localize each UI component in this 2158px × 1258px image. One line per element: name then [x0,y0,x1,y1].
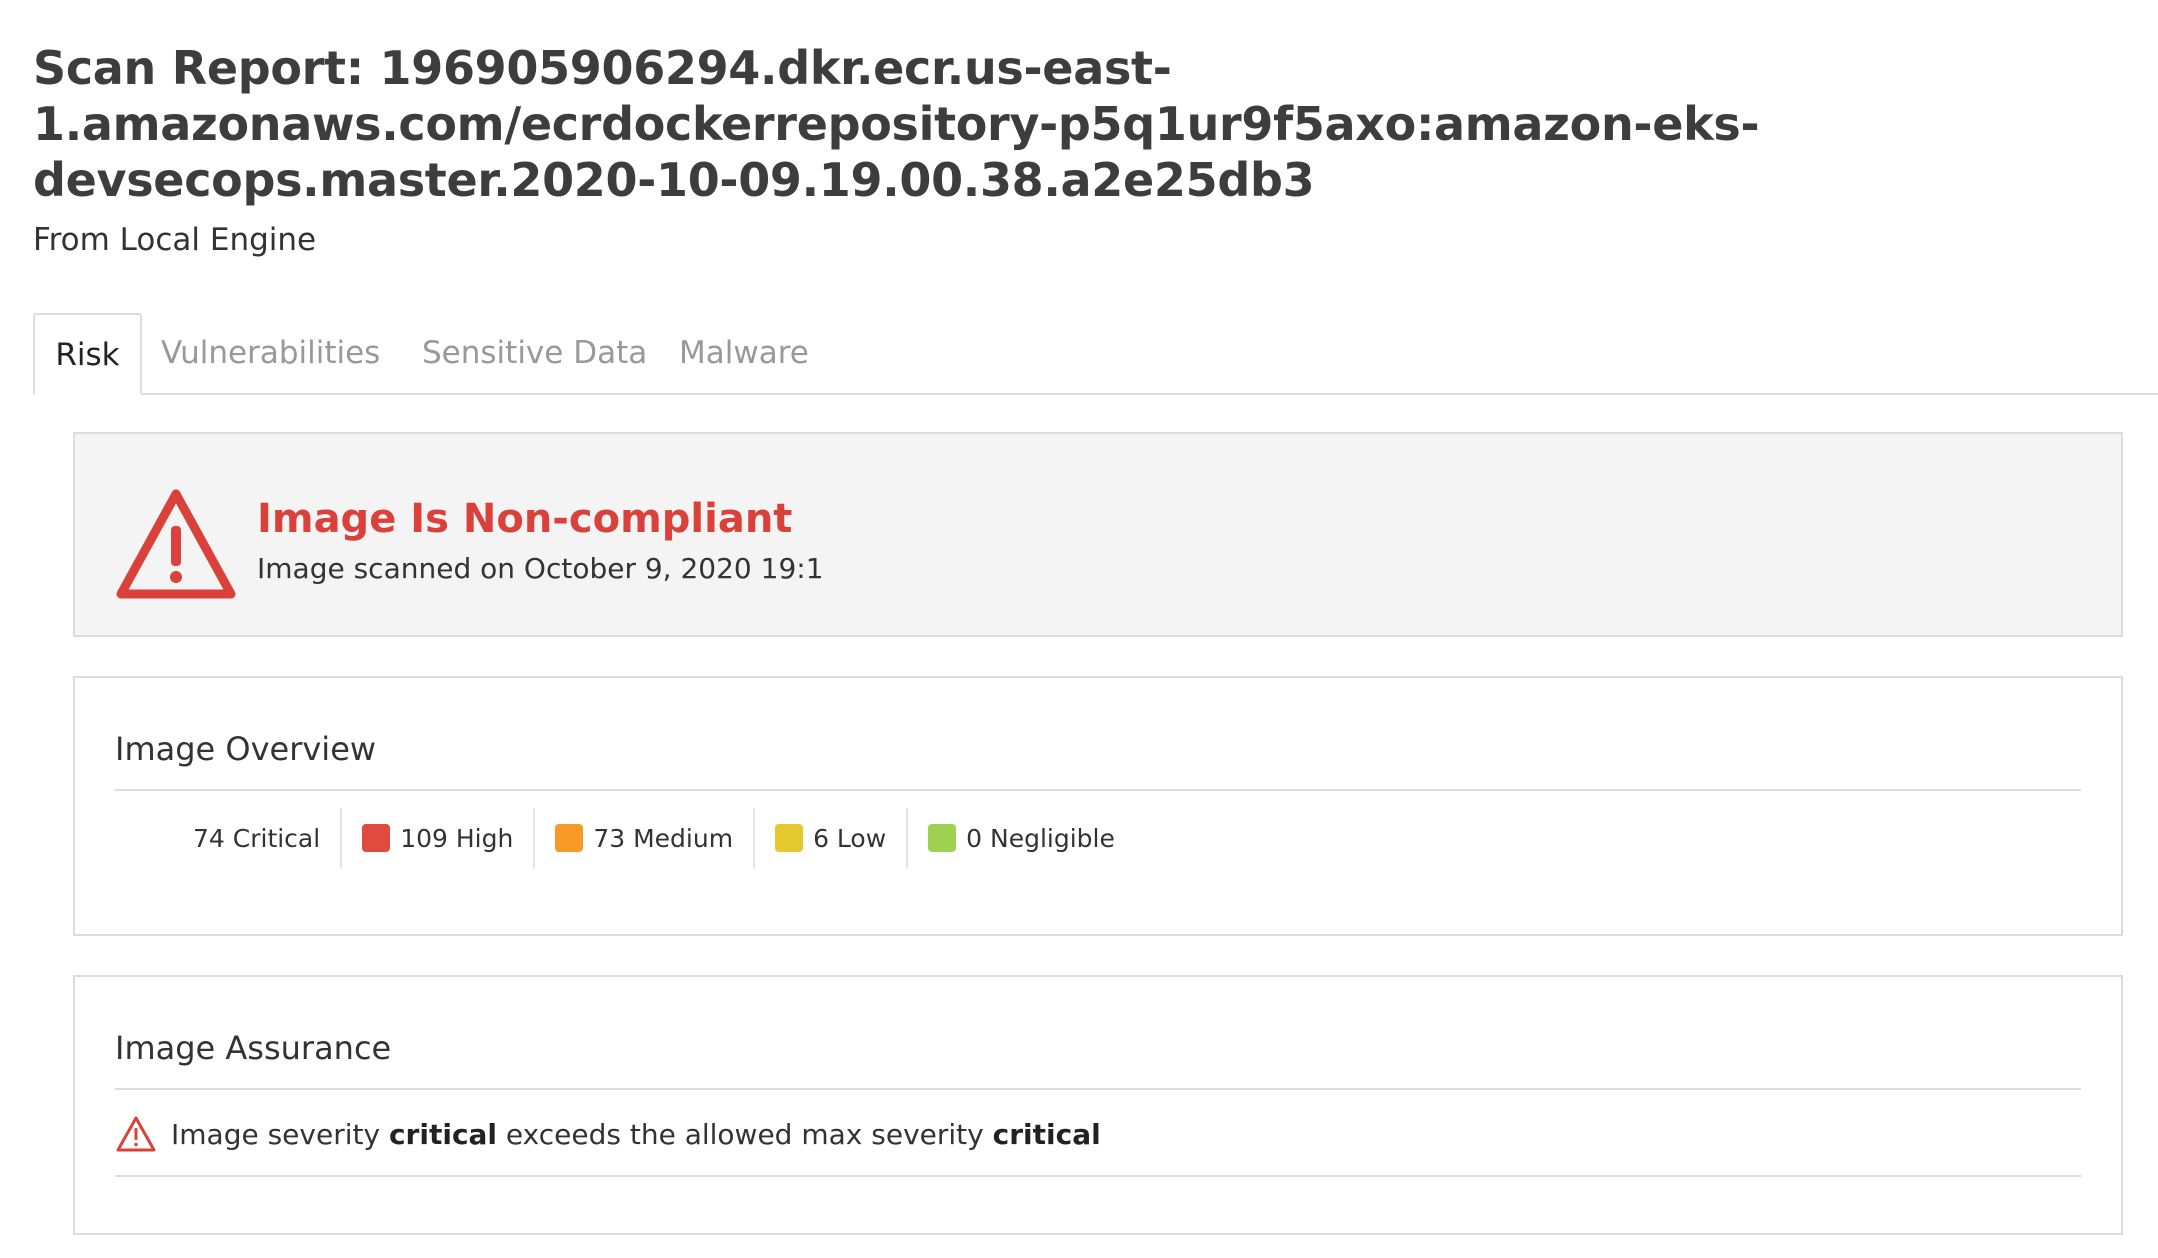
severity-counts: 74 Critical 109 High 73 Medium 6 Low 0 N… [115,808,1135,868]
severity-color-swatch [362,824,391,852]
assurance-severity: critical [388,1117,498,1151]
severity-count-label: 73 Medium [593,823,734,853]
severity-count-negligible[interactable]: 0 Negligible [908,808,1135,868]
assurance-message-prefix: Image severity [171,1117,389,1151]
report-tabs: Risk Vulnerabilities Sensitive Data Malw… [33,313,2158,395]
divider [115,789,2081,791]
severity-count-label: 109 High [400,823,514,853]
assurance-message-middle: exceeds the allowed max severity [497,1117,993,1151]
severity-count-critical[interactable]: 74 Critical [115,808,343,868]
severity-count-label: 6 Low [813,823,887,853]
assurance-violation: Image severity critical exceeds the allo… [115,1115,1101,1153]
assurance-max-severity: critical [992,1117,1101,1151]
severity-color-swatch [555,824,584,852]
page-title-line: devsecops.master.2020-10-09.19.00.38.a2e… [33,153,1315,207]
tab-malware[interactable]: Malware [679,313,809,393]
severity-count-low[interactable]: 6 Low [755,808,909,868]
report-source: From Local Engine [33,222,317,258]
divider [115,1088,2081,1090]
severity-color-swatch [928,824,957,852]
warning-triangle-icon [116,1116,156,1152]
severity-count-label: 74 Critical [193,823,321,853]
tab-vulnerabilities[interactable]: Vulnerabilities [161,313,380,393]
severity-color-swatch [775,824,804,852]
tab-sensitive-data[interactable]: Sensitive Data [422,313,647,393]
image-overview-panel: Image Overview 74 Critical 109 High 73 M… [73,676,2123,936]
image-assurance-heading: Image Assurance [115,1029,392,1067]
scan-timestamp: Image scanned on October 9, 2020 19:1 [257,552,824,585]
compliance-status-title: Image Is Non-compliant [257,496,793,542]
warning-triangle-icon [116,489,236,599]
tab-risk[interactable]: Risk [33,313,142,395]
severity-count-medium[interactable]: 73 Medium [535,808,756,868]
severity-count-label: 0 Negligible [966,823,1115,853]
image-overview-heading: Image Overview [115,730,377,768]
compliance-status-panel: Image Is Non-compliant Image scanned on … [73,432,2123,637]
page-title-line: 1.amazonaws.com/ecrdockerrepository-p5q1… [33,97,1760,151]
image-assurance-panel: Image Assurance Image severity critical … [73,975,2123,1235]
severity-count-high[interactable]: 109 High [342,808,536,868]
divider [115,1175,2081,1177]
page-title-line: Scan Report: 196905906294.dkr.ecr.us-eas… [33,41,1172,95]
scan-report-page: Scan Report: 196905906294.dkr.ecr.us-eas… [33,40,2158,1235]
page-title: Scan Report: 196905906294.dkr.ecr.us-eas… [33,40,2158,208]
